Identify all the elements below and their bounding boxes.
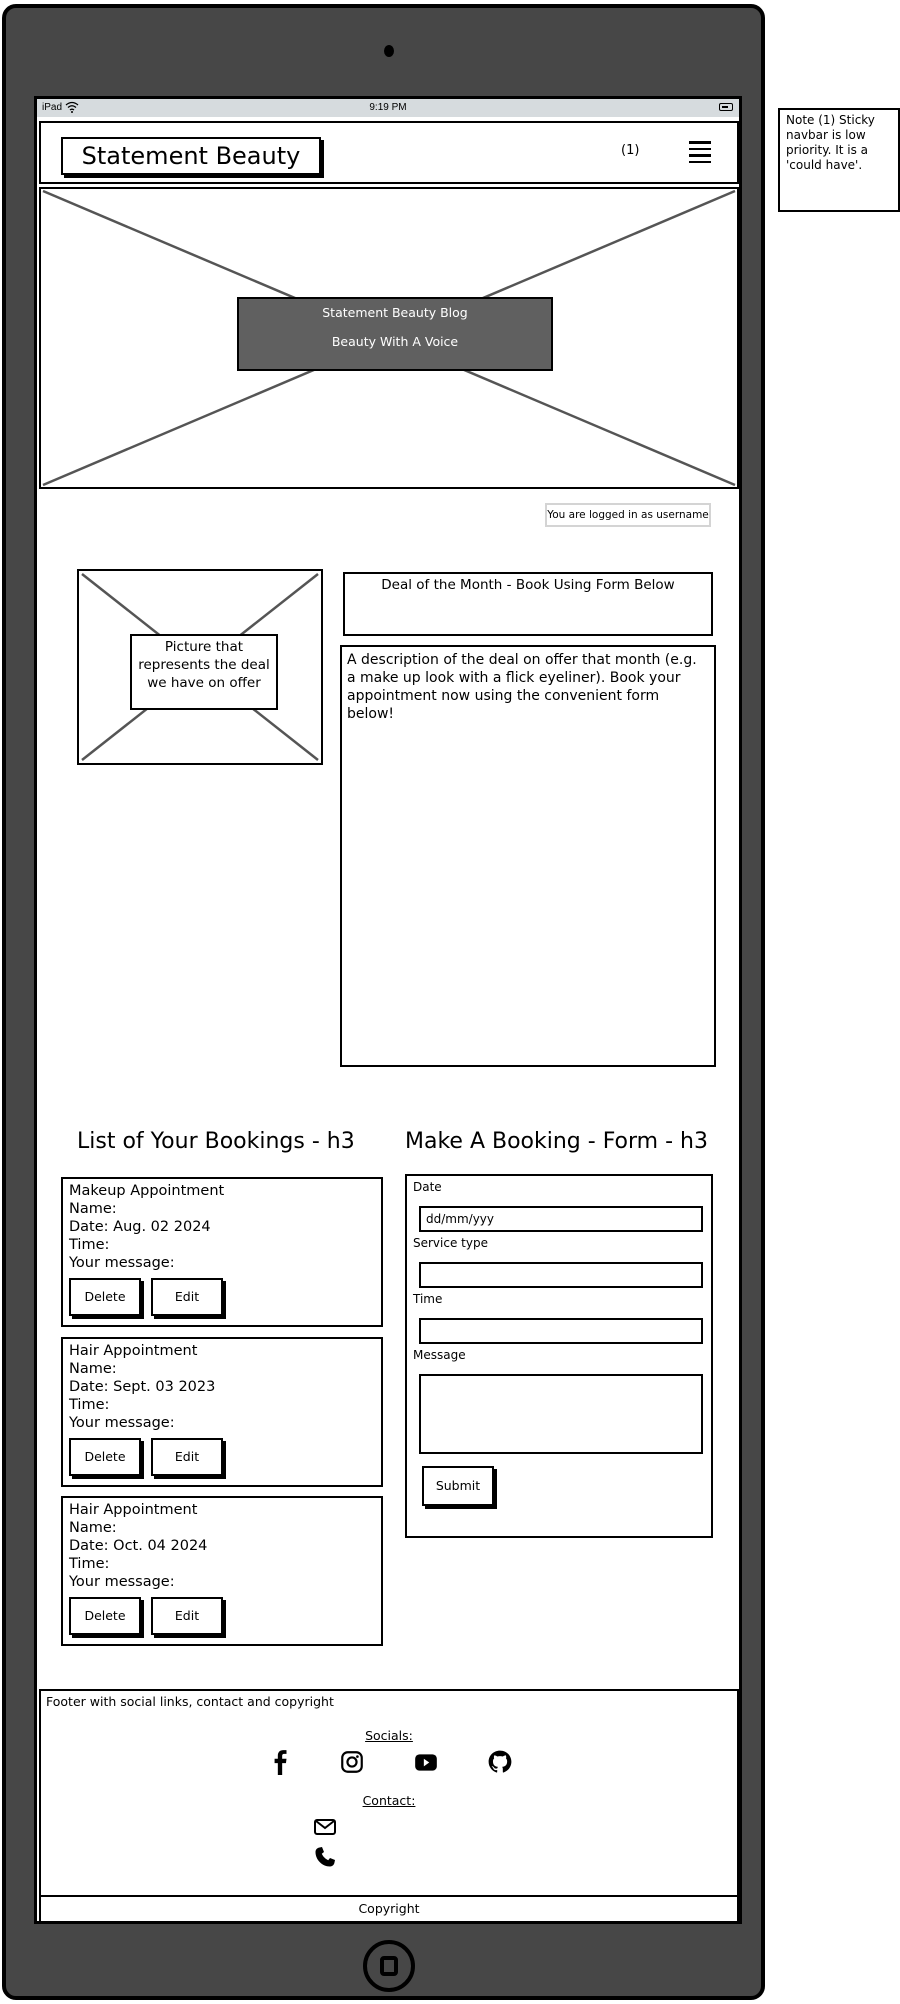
service-type-label: Service type — [413, 1236, 488, 1250]
booking-card: Makeup Appointment Name: Date: Aug. 02 2… — [61, 1177, 383, 1327]
booking-message: Your message: — [69, 1415, 175, 1431]
phone-icon[interactable] — [313, 1845, 337, 1869]
edit-button[interactable]: Edit — [151, 1597, 223, 1635]
battery-icon — [719, 103, 733, 111]
booking-date: Date: Aug. 02 2024 — [69, 1219, 211, 1235]
facebook-icon[interactable] — [267, 1749, 293, 1775]
instagram-icon[interactable] — [339, 1749, 365, 1775]
booking-form-heading: Make A Booking - Form - h3 — [405, 1129, 708, 1154]
deal-title: Deal of the Month - Book Using Form Belo… — [343, 572, 713, 636]
message-textarea[interactable] — [419, 1374, 703, 1454]
hero-image: Statement Beauty Blog Beauty With A Voic… — [39, 187, 739, 489]
booking-message: Your message: — [69, 1574, 175, 1590]
booking-time: Time: — [69, 1237, 110, 1253]
footer-note: Footer with social links, contact and co… — [46, 1694, 334, 1709]
deal-image-caption: Picture that represents the deal we have… — [130, 634, 278, 710]
booking-name: Name: — [69, 1361, 117, 1377]
booking-form: Date dd/mm/yyy Service type Time Message… — [405, 1174, 713, 1538]
service-type-input[interactable] — [419, 1262, 703, 1288]
home-button[interactable] — [363, 1940, 415, 1992]
github-icon[interactable] — [487, 1749, 513, 1775]
social-links — [41, 1749, 737, 1779]
delete-button[interactable]: Delete — [69, 1438, 141, 1476]
home-button-icon — [380, 1956, 398, 1976]
status-bar: iPad 9:19 PM — [37, 99, 739, 117]
booking-card: Hair Appointment Name: Date: Oct. 04 202… — [61, 1496, 383, 1646]
footer: Footer with social links, contact and co… — [39, 1689, 739, 1899]
time-label: Time — [413, 1292, 443, 1306]
delete-button[interactable]: Delete — [69, 1278, 141, 1316]
hero-title: Statement Beauty Blog — [322, 305, 468, 320]
youtube-icon[interactable] — [413, 1749, 439, 1775]
status-time: 9:19 PM — [369, 102, 407, 113]
screen: iPad 9:19 PM Statement Beauty (1) Statem… — [34, 96, 742, 1924]
delete-button[interactable]: Delete — [69, 1597, 141, 1635]
hero-tagline: Beauty With A Voice — [331, 334, 459, 349]
hamburger-icon[interactable] — [689, 141, 711, 163]
booking-time: Time: — [69, 1397, 110, 1413]
time-input[interactable] — [419, 1318, 703, 1344]
booking-service: Hair Appointment — [69, 1502, 198, 1518]
booking-time: Time: — [69, 1556, 110, 1572]
camera-icon — [384, 45, 394, 57]
booking-name: Name: — [69, 1520, 117, 1536]
deal-image: Picture that represents the deal we have… — [77, 569, 323, 765]
submit-button[interactable]: Submit — [422, 1466, 494, 1506]
booking-service: Hair Appointment — [69, 1343, 198, 1359]
hero-banner: Statement Beauty Blog Beauty With A Voic… — [237, 297, 553, 371]
booking-date: Date: Oct. 04 2024 — [69, 1538, 208, 1554]
edit-button[interactable]: Edit — [151, 1278, 223, 1316]
message-label: Message — [413, 1348, 466, 1362]
contact-heading: Contact: — [362, 1793, 416, 1808]
date-input[interactable]: dd/mm/yyy — [419, 1206, 703, 1232]
brand-logo[interactable]: Statement Beauty — [61, 137, 321, 175]
booking-card: Hair Appointment Name: Date: Sept. 03 20… — [61, 1337, 383, 1487]
copyright-bar: Copyright — [39, 1895, 739, 1921]
note-reference: (1) — [621, 143, 640, 158]
deal-description: A description of the deal on offer that … — [340, 645, 716, 1067]
date-label: Date — [413, 1180, 442, 1194]
envelope-icon[interactable] — [313, 1815, 337, 1839]
booking-message: Your message: — [69, 1255, 175, 1271]
edit-button[interactable]: Edit — [151, 1438, 223, 1476]
annotation-note: Note (1) Sticky navbar is low priority. … — [778, 108, 900, 212]
login-status: You are logged in as username — [545, 503, 711, 527]
socials-heading: Socials: — [365, 1728, 413, 1743]
booking-date: Date: Sept. 03 2023 — [69, 1379, 216, 1395]
navbar: Statement Beauty (1) — [39, 121, 739, 184]
booking-name: Name: — [69, 1201, 117, 1217]
booking-service: Makeup Appointment — [69, 1183, 225, 1199]
ipad-frame: iPad 9:19 PM Statement Beauty (1) Statem… — [2, 4, 765, 2000]
bookings-heading: List of Your Bookings - h3 — [77, 1129, 355, 1154]
